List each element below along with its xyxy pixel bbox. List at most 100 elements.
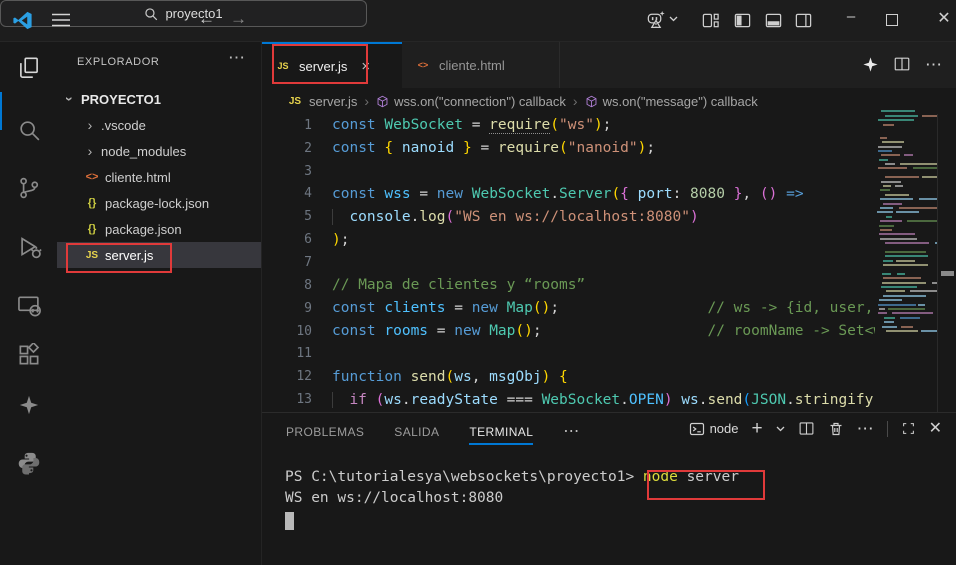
minimap-line	[875, 282, 937, 284]
breadcrumb-item-ws-on-message-callback[interactable]: ws.on("message") callback	[585, 94, 758, 109]
window-close-button[interactable]: ✕	[931, 8, 956, 28]
new-terminal-icon[interactable]: +	[751, 421, 762, 437]
minimap-line	[875, 115, 937, 117]
breadcrumb-item-server-js[interactable]: JSserver.js	[286, 94, 357, 109]
code-line[interactable]: 11	[262, 342, 875, 365]
code-line[interactable]: 5 console.log("WS en ws://localhost:8080…	[262, 205, 875, 228]
kill-terminal-icon[interactable]	[828, 421, 844, 437]
code-line[interactable]: 9const clients = new Map(); // ws -> {id…	[262, 297, 875, 320]
code-text: const clients = new Map(); // ws -> {id,…	[312, 300, 873, 316]
toggle-panel-icon[interactable]	[764, 11, 783, 30]
activity-bar-item-run-debug[interactable]	[15, 233, 43, 261]
editor-actions: ⋯	[862, 55, 942, 73]
window-maximize-button[interactable]	[886, 14, 898, 26]
symbol-method-icon	[585, 95, 598, 108]
explorer-sidebar: EXPLORADOR ⋯ ›PROYECTO1›.vscode›node_mod…	[57, 42, 262, 565]
code-line[interactable]: 2const { nanoid } = require("nanoid");	[262, 137, 875, 160]
minimap-line	[875, 268, 937, 270]
minimap-line	[875, 106, 937, 108]
panel-tabs-more-icon[interactable]: ⋯	[563, 412, 579, 450]
line-number: 4	[262, 186, 312, 201]
minimap-line	[875, 317, 937, 319]
file-package-lock-json[interactable]: {}package-lock.json	[57, 190, 261, 216]
terminal-process-chip[interactable]: node	[689, 421, 739, 437]
minimap-line	[875, 225, 937, 227]
activity-bar-item-extensions[interactable]	[15, 341, 43, 369]
code-text: const WebSocket = require("ws");	[312, 117, 611, 133]
explorer-actions-icon[interactable]: ⋯	[228, 48, 245, 68]
breadcrumb-label: wss.on("connection") callback	[394, 94, 566, 109]
sparkle-icon[interactable]	[862, 56, 879, 73]
code-line[interactable]: 7	[262, 251, 875, 274]
back-arrow-icon[interactable]: ←	[198, 9, 215, 29]
file-node-modules[interactable]: ›node_modules	[57, 138, 261, 164]
file-server-js[interactable]: JSserver.js	[57, 242, 261, 268]
code-line[interactable]: 10const rooms = new Map(); // roomName -…	[262, 320, 875, 343]
breadcrumb-separator-icon: ›	[364, 93, 369, 109]
breadcrumb-label: server.js	[309, 94, 357, 109]
code-text: console.log("WS en ws://localhost:8080")	[312, 209, 699, 225]
toggle-secondary-sidebar-icon[interactable]	[794, 11, 813, 30]
file-package-json[interactable]: {}package.json	[57, 216, 261, 242]
breadcrumb-separator-icon: ›	[573, 93, 578, 109]
window-minimize-button[interactable]: –	[838, 8, 864, 25]
minimap-line	[875, 290, 937, 292]
file-cliente-html[interactable]: <>cliente.html	[57, 164, 261, 190]
code-line[interactable]: 13 if (ws.readyState === WebSocket.OPEN)…	[262, 388, 875, 411]
chevron-down-icon: ›	[62, 92, 78, 106]
code-line[interactable]: 6);	[262, 228, 875, 251]
panel-tab-problemas[interactable]: PROBLEMAS	[286, 413, 364, 451]
code-editor[interactable]: 1const WebSocket = require("ws");2const …	[262, 114, 875, 412]
code-line[interactable]: 1const WebSocket = require("ws");	[262, 114, 875, 137]
activity-bar-item-remote-explorer[interactable]	[15, 291, 43, 319]
file-vscode[interactable]: ›.vscode	[57, 112, 261, 138]
panel-tab-terminal[interactable]: TERMINAL	[469, 413, 533, 451]
minimap-line	[875, 128, 937, 130]
minimap-line	[875, 189, 937, 191]
tree-root-proyecto1[interactable]: ›PROYECTO1	[57, 86, 261, 112]
extensions-icon	[17, 343, 41, 367]
line-number: 9	[262, 301, 312, 316]
code-line[interactable]: 3	[262, 160, 875, 183]
minimap[interactable]	[875, 106, 937, 350]
menu-icon[interactable]	[52, 13, 70, 27]
minimap-line	[875, 119, 937, 121]
minimap-line	[875, 110, 937, 112]
activity-bar-item-python[interactable]	[15, 449, 43, 477]
forward-arrow-icon[interactable]: →	[230, 9, 247, 29]
code-line[interactable]: 12function send(ws, msgObj) {	[262, 365, 875, 388]
customize-layout-icon[interactable]	[701, 11, 720, 30]
tab-server-js[interactable]: JSserver.js×	[262, 42, 402, 88]
activity-bar-item-copilot-chat[interactable]	[15, 391, 43, 419]
terminal-dropdown-icon[interactable]	[776, 426, 785, 432]
panel-tab-salida[interactable]: SALIDA	[394, 413, 439, 451]
overview-ruler[interactable]	[937, 114, 956, 412]
code-line[interactable]: 4const wss = new WebSocket.Server({ port…	[262, 183, 875, 206]
split-terminal-icon[interactable]	[798, 420, 815, 437]
terminal-output[interactable]: PS C:\tutorialesya\websockets\proyecto1>…	[285, 469, 739, 530]
tab-close-icon[interactable]: ×	[361, 58, 370, 75]
maximize-panel-icon[interactable]	[901, 421, 916, 436]
toggle-primary-sidebar-icon[interactable]	[733, 11, 752, 30]
copilot-button[interactable]	[645, 9, 678, 29]
minimap-line	[875, 321, 937, 323]
more-actions-icon[interactable]: ⋯	[925, 56, 942, 73]
close-panel-icon[interactable]: ✕	[929, 421, 942, 437]
minimap-line	[875, 207, 937, 209]
code-text: function send(ws, msgObj) {	[312, 369, 568, 385]
divider	[887, 421, 888, 437]
activity-bar-item-source-control[interactable]	[15, 174, 43, 202]
file-label: cliente.html	[105, 170, 171, 185]
breadcrumb-item-wss-on-connection-callback[interactable]: wss.on("connection") callback	[376, 94, 566, 109]
terminal-line: WS en ws://localhost:8080	[285, 490, 739, 511]
code-line[interactable]: 8// Mapa de clientes y “rooms”	[262, 274, 875, 297]
tab-cliente-html[interactable]: <>cliente.html	[402, 42, 560, 88]
minimap-line	[875, 264, 937, 266]
panel-more-actions-icon[interactable]: ⋯	[857, 421, 874, 437]
split-editor-icon[interactable]	[893, 55, 911, 73]
minimap-line	[875, 216, 937, 218]
minimap-line	[875, 194, 937, 196]
activity-bar-item-search[interactable]	[15, 116, 43, 144]
vscode-logo-icon	[12, 10, 33, 31]
activity-bar-item-explorer[interactable]	[15, 54, 43, 82]
